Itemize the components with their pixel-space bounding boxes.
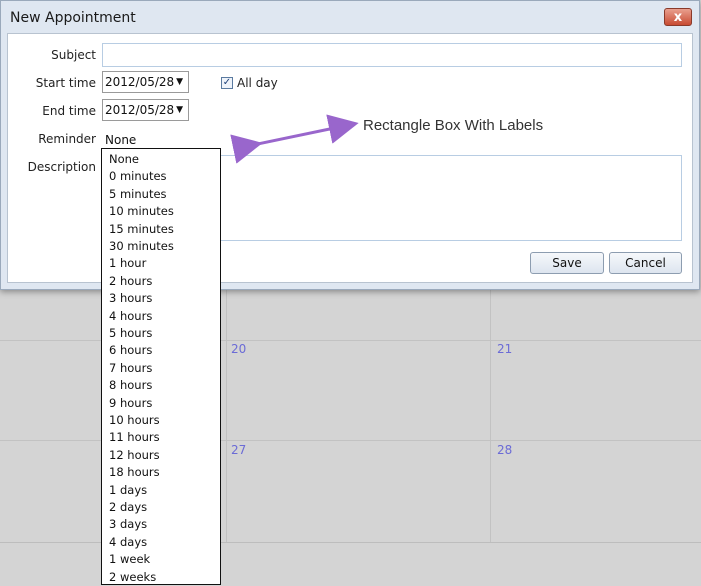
annotation-arrow (230, 114, 359, 164)
annotation-label: Rectangle Box With Labels (363, 117, 544, 134)
